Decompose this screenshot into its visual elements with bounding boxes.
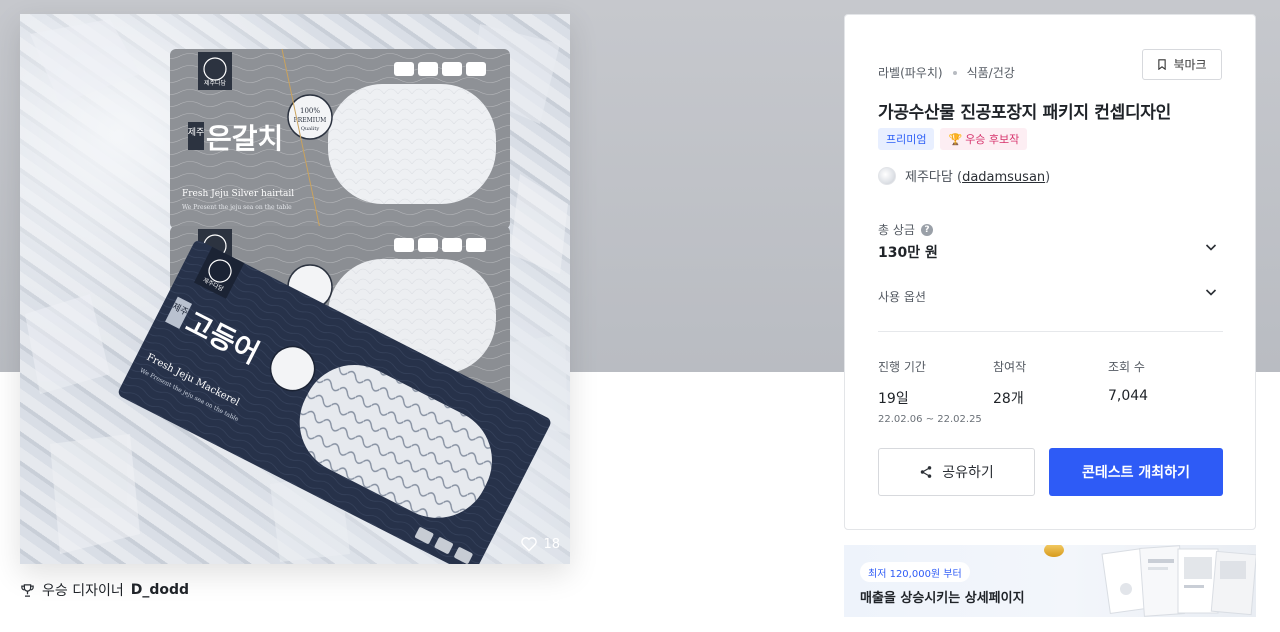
share-button[interactable]: 공유하기 — [878, 448, 1035, 496]
premium-badge: 프리미엄 — [878, 128, 935, 150]
breadcrumb: 라벨(파우치) 식품/건강 — [878, 64, 1015, 81]
contest-main-image[interactable]: 제주다담 제주 은갈치 Fresh Jeju Silver hairtail W… — [20, 14, 570, 564]
host-contest-button[interactable]: 콘테스트 개최하기 — [1049, 448, 1223, 496]
breadcrumb-category[interactable]: 라벨(파우치) — [878, 64, 943, 81]
views-value: 7,044 — [1108, 388, 1149, 404]
ad-banner[interactable]: 최저 120,000원 부터 매출을 상승시키는 상세페이지 — [844, 545, 1256, 617]
top-package: 제주다담 제주 은갈치 Fresh Jeju Silver hairtail W… — [170, 48, 510, 230]
ad-price-pill: 최저 120,000원 부터 — [860, 562, 970, 582]
trophy-icon: 🏆 — [948, 132, 963, 146]
entries-value: 28개 — [993, 391, 1024, 407]
heart-icon[interactable] — [520, 536, 538, 552]
winner-label: 우승 디자이너 — [42, 583, 124, 599]
top-seal-3: Quality — [301, 126, 320, 132]
like-count: 18 — [543, 536, 560, 552]
divider — [878, 331, 1223, 332]
avatar — [878, 166, 896, 185]
prize-label-row: 총 상금 ? — [878, 221, 933, 238]
ad-text: 매출을 상승시키는 상세페이지 — [860, 591, 1025, 606]
owner-name: 제주다담 — [905, 170, 953, 185]
bookmark-label: 북마크 — [1173, 58, 1207, 72]
winner-candidate-label: 우승 후보작 — [965, 133, 1020, 146]
contest-title: 가공수산물 진공포장지 패키지 컨셉디자인 — [878, 103, 1171, 123]
prize-value: 130만 원 — [878, 245, 938, 261]
entries-label: 참여작 — [993, 360, 1027, 374]
share-icon — [920, 466, 932, 478]
badge-row: 프리미엄 🏆 우승 후보작 — [878, 128, 1028, 150]
options-label[interactable]: 사용 옵션 — [878, 288, 926, 305]
bookmark-button[interactable]: 북마크 — [1142, 49, 1222, 80]
like-counter[interactable]: 18 — [520, 536, 560, 552]
duration-label: 진행 기간 — [878, 360, 926, 374]
stat-entries: 참여작 28개 — [993, 358, 1026, 408]
duration-value: 19일 — [878, 391, 909, 407]
stat-views: 조회 수 7,044 — [1108, 358, 1148, 404]
top-pack-english: Fresh Jeju Silver hairtail — [182, 189, 294, 199]
bookmark-icon — [1158, 59, 1167, 70]
winner-designer: 우승 디자이너 D_dodd — [20, 580, 189, 600]
owner-id-link[interactable]: dadamsusan — [962, 170, 1045, 185]
top-seal-1: 100% — [300, 107, 320, 115]
prize-label: 총 상금 — [878, 223, 915, 237]
product-package-illustration: 제주다담 제주 은갈치 Fresh Jeju Silver hairtail W… — [25, 19, 568, 564]
winner-candidate-badge: 🏆 우승 후보작 — [940, 128, 1028, 150]
top-pack-product: 은갈치 — [206, 122, 283, 155]
top-pack-brand: 제주다담 — [204, 79, 227, 87]
breadcrumb-separator — [952, 70, 957, 75]
duration-range: 22.02.06 ~ 22.02.25 — [878, 414, 982, 425]
top-pack-tagline: We Present the jeju sea on the table — [182, 204, 292, 211]
share-label: 공유하기 — [942, 465, 994, 481]
top-pack-small: 제주 — [188, 127, 205, 138]
help-icon[interactable]: ? — [920, 223, 933, 236]
breadcrumb-subcategory[interactable]: 식품/건강 — [967, 64, 1015, 81]
contest-info-card: 북마크 라벨(파우치) 식품/건강 가공수산물 진공포장지 패키지 컨셉디자인 … — [844, 14, 1256, 530]
coin-decoration — [1044, 545, 1064, 557]
chevron-down-icon[interactable] — [1205, 241, 1217, 253]
detail-page-mockup-image — [1101, 545, 1256, 617]
trophy-icon — [21, 583, 34, 597]
winner-name[interactable]: D_dodd — [131, 582, 189, 598]
views-label: 조회 수 — [1108, 360, 1145, 374]
top-seal-2: PREMIUM — [294, 117, 327, 124]
contest-owner[interactable]: 제주다담 (dadamsusan) — [878, 166, 1050, 185]
stat-duration: 진행 기간 19일 22.02.06 ~ 22.02.25 — [878, 358, 982, 425]
chevron-down-icon[interactable] — [1205, 286, 1217, 298]
